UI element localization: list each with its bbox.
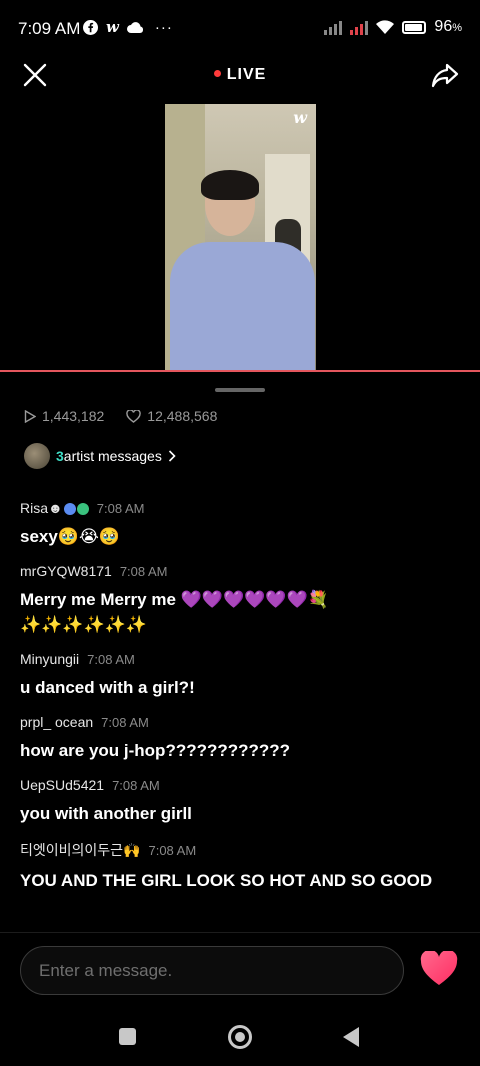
chat-time: 7:08 AM xyxy=(148,842,197,858)
chat-time: 7:08 AM xyxy=(101,714,149,730)
chat-time: 7:08 AM xyxy=(119,563,168,579)
play-count: 1,443,182 xyxy=(42,408,105,424)
divider xyxy=(0,932,480,933)
chat-message: Minyungii 7:08 AM u danced with a girl?! xyxy=(20,651,460,700)
chat-message: Risa☻ 7:08 AM sexy🥹😭🥹 xyxy=(20,500,460,549)
chat-username[interactable]: prpl_ ocean xyxy=(20,714,93,730)
live-dot-icon xyxy=(213,70,221,78)
chat-username[interactable]: 티엣이비의이두근🙌 xyxy=(20,840,140,860)
chat-text: Merry me Merry me 💜💜💜💜💜💜💐 ✨✨✨✨✨✨ xyxy=(20,590,329,634)
live-stats: 1,443,182 12,488,568 xyxy=(24,408,217,424)
battery-icon xyxy=(402,20,427,34)
live-video[interactable]: w xyxy=(165,104,316,370)
live-label: LIVE xyxy=(226,66,267,83)
artist-messages-label: artist messages xyxy=(63,448,162,464)
weverse-icon: w xyxy=(106,18,119,36)
status-bar: 7:09 AM w ··· 96% xyxy=(0,0,480,56)
artist-message-count: 3 xyxy=(56,448,64,464)
chat-time: 7:08 AM xyxy=(96,500,145,516)
chat-text: u danced with a girl?! xyxy=(20,678,195,697)
chat-username[interactable]: Minyungii xyxy=(20,651,79,667)
chat-username[interactable]: UepSUd5421 xyxy=(20,777,104,793)
back-icon[interactable] xyxy=(343,1027,359,1047)
member-badge-icon xyxy=(63,503,76,516)
chat-text: YOU AND THE GIRL LOOK SO HOT AND SO GOOD xyxy=(20,871,433,890)
chat-username[interactable]: mrGYQW8171 xyxy=(20,563,112,579)
chat-text: you with another girll xyxy=(20,804,192,823)
drag-handle[interactable] xyxy=(215,388,265,392)
chat-time: 7:08 AM xyxy=(112,777,160,793)
chat-username[interactable]: Risa☻ xyxy=(20,500,89,516)
heart-outline-icon xyxy=(126,409,142,423)
battery-percent: 96% xyxy=(434,18,462,35)
message-input[interactable] xyxy=(20,946,404,995)
chat-message: mrGYQW8171 7:08 AM Merry me Merry me 💜💜💜… xyxy=(20,563,460,637)
chat-text: sexy🥹😭🥹 xyxy=(20,527,121,546)
chevron-right-icon xyxy=(168,450,176,462)
live-indicator: LIVE xyxy=(0,66,480,84)
weverse-logo: w xyxy=(293,108,307,127)
heart-icon[interactable] xyxy=(420,951,458,987)
verified-badge-icon xyxy=(76,503,89,516)
recent-apps-icon[interactable] xyxy=(119,1028,136,1045)
status-right-icons: 96% xyxy=(324,18,462,36)
facebook-icon xyxy=(83,19,98,35)
chat-message: UepSUd5421 7:08 AM you with another girl… xyxy=(20,777,460,826)
signal-2-icon xyxy=(350,19,369,35)
wifi-icon xyxy=(376,20,395,34)
live-progress-line xyxy=(0,370,480,372)
home-icon[interactable] xyxy=(228,1025,252,1049)
share-icon[interactable] xyxy=(430,60,460,90)
chat-message: 티엣이비의이두근🙌 7:08 AM YOU AND THE GIRL LOOK … xyxy=(20,840,460,893)
artist-messages-link[interactable]: 3artist messages xyxy=(24,443,176,469)
status-left-icons: w ··· xyxy=(83,18,173,36)
cloud-icon xyxy=(126,21,143,33)
like-count: 12,488,568 xyxy=(147,408,218,424)
more-icon: ··· xyxy=(154,18,173,36)
chat-text: how are you j-hop???????????? xyxy=(20,741,291,760)
chat-time: 7:08 AM xyxy=(87,651,135,667)
play-icon xyxy=(24,409,36,423)
chat-list[interactable]: Risa☻ 7:08 AM sexy🥹😭🥹 mrGYQW8171 7:08 AM… xyxy=(20,500,460,907)
signal-1-icon xyxy=(324,19,343,35)
status-time: 7:09 AM xyxy=(18,19,81,38)
avatar xyxy=(24,443,50,469)
system-nav-bar xyxy=(0,1010,480,1066)
chat-message: prpl_ ocean 7:08 AM how are you j-hop???… xyxy=(20,714,460,763)
